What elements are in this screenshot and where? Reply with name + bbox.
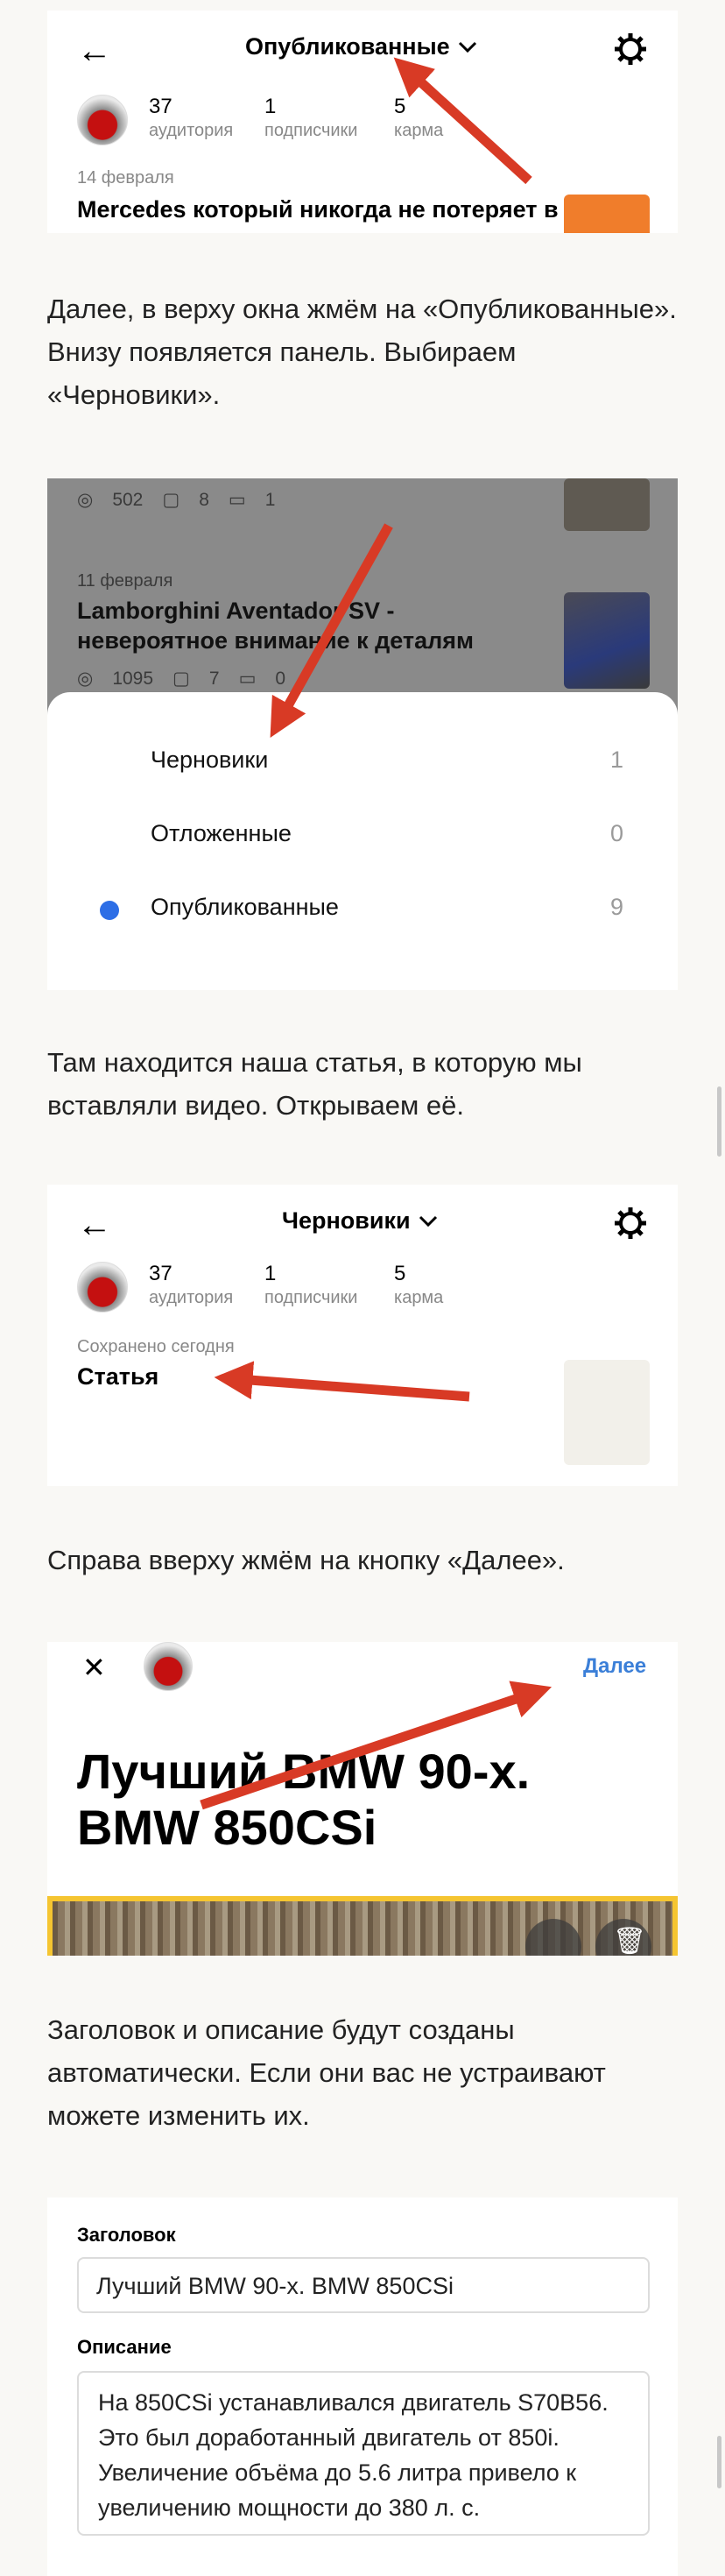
article-date: 14 февраля [77, 168, 174, 188]
section-dropdown[interactable]: Черновики [282, 1207, 439, 1235]
stat-subscribers-value: 1 [264, 95, 277, 118]
stat-subscribers-label: подписчики [264, 121, 358, 140]
views-count: 1095 [112, 668, 154, 689]
screenshot-editor: ✕ Далее Лучший BMW 90-х. BMW 850CSi 🗑 [47, 1642, 678, 1956]
title-label: Заголовок [77, 2224, 176, 2246]
article-title[interactable]: Mercedes который никогда не потеряет в ц… [77, 195, 567, 233]
stat-audience-value: 37 [149, 1262, 172, 1285]
article-date: 11 февраля [77, 571, 173, 591]
section-picker-sheet: Черновики 1 Отложенные 0 Опубликованные … [47, 692, 678, 990]
instruction-text-1: Далее, в верху окна жмём на «Опубликован… [47, 294, 677, 410]
section-dropdown[interactable]: Опубликованные [245, 33, 478, 60]
draft-title[interactable]: Статья [77, 1362, 158, 1391]
stat-subscribers-label: подписчики [264, 1288, 358, 1307]
option-scheduled[interactable]: Отложенные 0 [47, 808, 678, 860]
close-icon[interactable]: ✕ [82, 1651, 106, 1684]
saved-date: Сохранено сегодня [77, 1337, 235, 1356]
option-count: 9 [609, 894, 623, 920]
back-icon[interactable]: ← [77, 1207, 112, 1242]
screenshot-drafts: ← Черновики 37 аудитория 1 подписчики 5 … [47, 1185, 678, 1486]
article-title-line-1: Lamborghini Aventador SV - [77, 598, 395, 624]
screenshot-meta-fields: Заголовок Лучший BMW 90-х. BMW 850CSi Оп… [47, 2197, 678, 2576]
avatar[interactable] [77, 1262, 128, 1313]
views-icon: ◎ [77, 669, 94, 689]
stat-audience-value: 37 [149, 95, 172, 118]
description-value: На 850CSi устанавливался двигатель S70B5… [98, 2389, 609, 2521]
scrollbar-thumb-lower [717, 2436, 721, 2488]
option-label: Опубликованные [151, 894, 339, 920]
headline-line-1: Лучший BMW 90-х. [77, 1744, 531, 1799]
stat-audience-label: аудитория [149, 121, 234, 140]
article-title-line-2: невероятное внимание к деталям [77, 627, 475, 654]
screenshot-published: ← Опубликованные 37 аудитория 1 подписчи… [47, 11, 678, 233]
description-label: Описание [77, 2336, 172, 2358]
selected-dot-icon [100, 901, 119, 920]
article-meta-top: ◎ 502 ▢ 8 ▭ 1 [77, 489, 275, 511]
comments-icon: ▭ [228, 490, 246, 510]
views-count: 502 [112, 489, 144, 510]
section-title: Черновики [282, 1207, 411, 1234]
dimmed-feed: ◎ 502 ▢ 8 ▭ 1 11 февраля Lamborghini Aventa… [47, 478, 678, 724]
title-field[interactable]: Лучший BMW 90-х. BMW 850CSi [77, 2257, 650, 2313]
article-thumbnail-top [564, 478, 650, 531]
instruction-text-2: Там находится наша статья, в которую мы … [47, 1047, 582, 1121]
chevron-down-icon [458, 41, 476, 53]
stat-karma-label: карма [394, 121, 444, 140]
article-meta-bottom: ◎ 1095 ▢ 7 ▭ 0 [77, 668, 285, 690]
option-count: 0 [609, 820, 623, 846]
scrollbar-thumb[interactable] [717, 1086, 721, 1157]
description-field[interactable]: На 850CSi устанавливался двигатель S70B5… [77, 2371, 650, 2536]
draft-thumbnail[interactable] [564, 1360, 650, 1465]
cover-image[interactable]: 🗑 [47, 1896, 678, 1956]
gear-icon[interactable] [613, 1206, 648, 1241]
reads-count: 7 [208, 668, 220, 689]
stat-audience-label: аудитория [149, 1288, 234, 1307]
headline-line-2: BMW 850CSi [77, 1800, 377, 1855]
option-label: Отложенные [151, 820, 292, 846]
views-icon: ◎ [77, 490, 94, 510]
option-label: Черновики [151, 747, 269, 773]
comments-icon: ▭ [238, 669, 257, 689]
stat-karma-value: 5 [394, 1262, 406, 1285]
instruction-text-4: Заголовок и описание будут созданы автом… [47, 2014, 606, 2131]
comments-count: 0 [275, 668, 286, 689]
avatar[interactable] [77, 95, 128, 145]
stat-subscribers-value: 1 [264, 1262, 277, 1285]
reads-icon: ▢ [172, 669, 190, 689]
back-icon[interactable]: ← [77, 33, 112, 68]
screenshot-section-sheet: ◎ 502 ▢ 8 ▭ 1 11 февраля Lamborghini Aventa… [47, 478, 678, 990]
reads-count: 8 [199, 489, 209, 510]
article-thumbnail[interactable] [564, 195, 650, 233]
option-published[interactable]: Опубликованные 9 [47, 881, 678, 934]
trash-icon: 🗑 [613, 1927, 647, 1956]
next-button[interactable]: Далее [583, 1654, 646, 1679]
stat-karma-label: карма [394, 1288, 444, 1307]
article-headline[interactable]: Лучший BMW 90-х. BMW 850CSi [77, 1744, 530, 1856]
section-title: Опубликованные [245, 33, 450, 60]
replace-image-button[interactable] [525, 1919, 581, 1956]
article-thumbnail-bottom [564, 592, 650, 689]
reads-icon: ▢ [162, 490, 180, 510]
option-drafts[interactable]: Черновики 1 [47, 734, 678, 787]
option-count: 1 [609, 747, 623, 773]
gear-icon[interactable] [613, 32, 648, 67]
stat-karma-value: 5 [394, 95, 406, 118]
comments-count: 1 [264, 489, 276, 510]
title-value: Лучший BMW 90-х. BMW 850CSi [96, 2273, 454, 2299]
avatar [144, 1642, 193, 1691]
chevron-down-icon [419, 1215, 437, 1227]
instruction-text-3: Справа вверху жмём на кнопку «Далее». [47, 1545, 565, 1575]
